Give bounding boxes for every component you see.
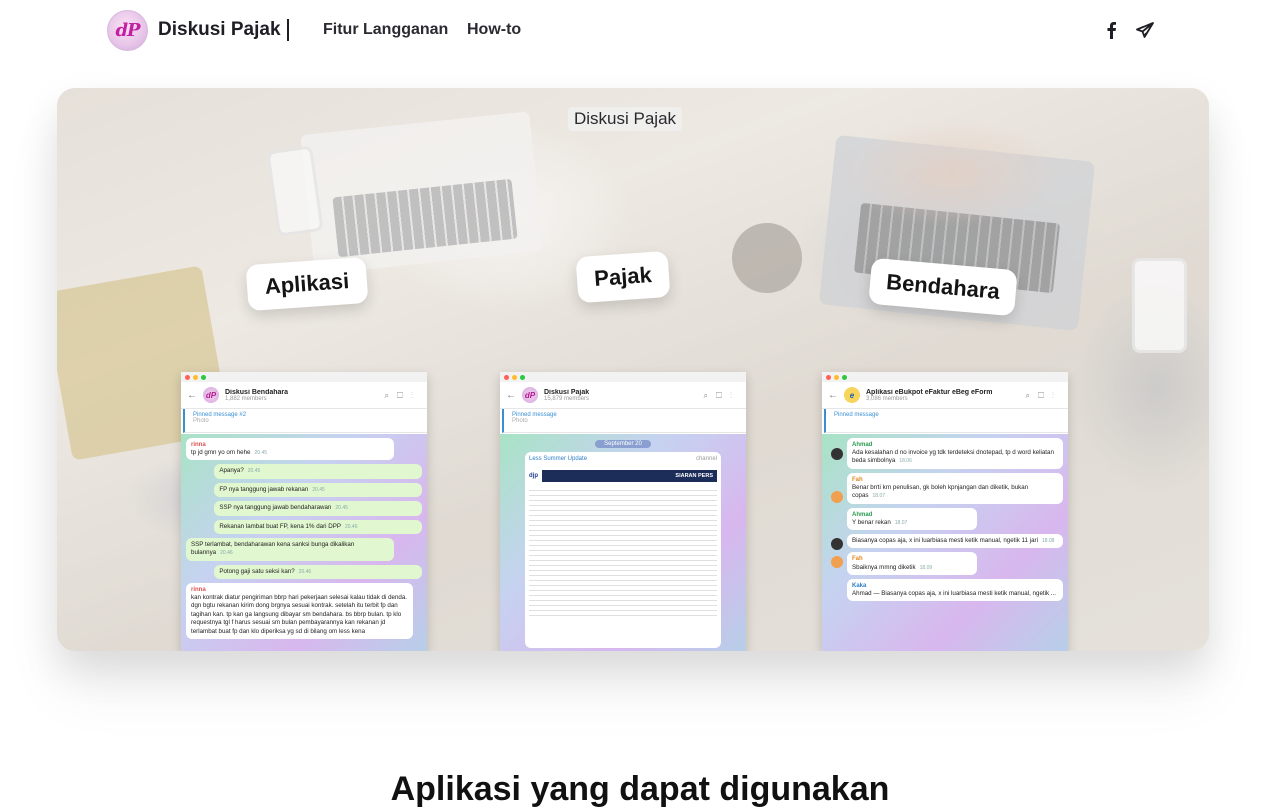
- message-bubble: Apanya? 20.45: [214, 464, 422, 479]
- chat-header: ← dP Diskusi Bendahara 1,882 members ⌕☐⋮: [181, 382, 427, 409]
- window-controls: [822, 372, 1068, 382]
- group-avatar: dP: [203, 387, 219, 403]
- chat-members: 1,882 members: [225, 395, 267, 402]
- message-bubble: rinna kan kontrak diatur pengiriman bbrp …: [186, 582, 413, 639]
- message-bubble: Ahmad Ada kesalahan d no invoice yg tdk t…: [847, 438, 1063, 469]
- pinned-subtitle: Photo: [512, 418, 528, 424]
- message-bubble: Fah Sbaiknya mmng diketik 18.09: [847, 552, 977, 575]
- chat-header-icons: ⌕☐⋮: [1025, 391, 1062, 400]
- document-title: SIARAN PERS: [542, 470, 717, 482]
- user-avatar: [831, 538, 843, 551]
- facebook-icon[interactable]: [1101, 20, 1121, 40]
- pinned-title: Pinned message: [834, 412, 879, 418]
- message-bubble: Fah Benar brrti krn penulisan, gk boleh k…: [847, 472, 1063, 504]
- chat-members: 15,879 members: [544, 395, 590, 402]
- chat-header-icons: ⌕☐⋮: [703, 391, 740, 400]
- window-controls: [181, 372, 427, 382]
- section-title: Aplikasi yang dapat digunakan: [390, 770, 890, 808]
- logo-mark: dP: [115, 20, 140, 41]
- group-avatar: e: [844, 387, 860, 403]
- chat-title: Diskusi Pajak: [544, 388, 590, 396]
- telegram-icon[interactable]: [1135, 20, 1155, 40]
- djp-logo: djp: [529, 473, 538, 479]
- group-avatar: dP: [522, 387, 538, 403]
- user-avatar: [831, 556, 843, 569]
- back-arrow-icon: ←: [187, 389, 197, 401]
- date-separator: September 20: [595, 440, 651, 448]
- window-controls: [500, 372, 746, 382]
- message-bubble: rinna tp jd gmn yo om hehe 20.45: [186, 438, 394, 461]
- brand-logo[interactable]: dP: [107, 10, 148, 51]
- pinned-message: Pinned message #2 Photo: [183, 409, 427, 433]
- chat-title: Diskusi Bendahara: [225, 388, 289, 396]
- nav-divider: [287, 19, 289, 41]
- back-arrow-icon: ←: [828, 389, 838, 401]
- chat-header: ← e Aplikasi eBukpot eFaktur eBeg eForm …: [822, 382, 1068, 409]
- chat-body: rinna tp jd gmn yo om hehe 20.45 Apanya? 20…: [181, 434, 427, 651]
- chat-screenshot-aplikasi: ← e Aplikasi eBukpot eFaktur eBeg eForm …: [822, 372, 1068, 651]
- pill-aplikasi: Aplikasi: [245, 256, 369, 312]
- message-bubble: Rekanan lambat buat FP, kena 1% dari DPP…: [214, 519, 422, 534]
- message-bubble: SSP nya tanggung jawab bendaharawan 20.45: [214, 501, 422, 516]
- hero-banner: Diskusi Pajak Aplikasi Pajak Bendahara ←…: [57, 88, 1209, 651]
- nav-link-fitur-langganan[interactable]: Fitur Langganan: [323, 21, 448, 39]
- user-avatar: [831, 490, 843, 503]
- document-banner: djp SIARAN PERS: [529, 470, 717, 482]
- message-bubble: Potong gaji satu seksi kan? 20.46: [214, 564, 422, 579]
- document-text-lines: [529, 490, 717, 620]
- chat-header-icons: ⌕☐⋮: [384, 391, 421, 400]
- message-bubble: Kaka Ahmad — Biasanya copas aja, x ini lu…: [847, 578, 1063, 602]
- brand-name[interactable]: Diskusi Pajak: [158, 19, 281, 41]
- chat-members: 3,086 members: [866, 395, 908, 402]
- nav-link-how-to[interactable]: How-to: [467, 21, 521, 39]
- message-bubble: FP nya tanggung jawab rekanan 20.45: [214, 482, 422, 498]
- message-bubble: SSP terlambat, bendaharawan kena sanksi …: [186, 537, 394, 561]
- forwarded-document: Less Summer Update channel djp SIARAN PER…: [525, 452, 721, 648]
- pinned-subtitle: Photo: [193, 418, 209, 424]
- chat-screenshot-pajak: ← dP Diskusi Pajak 15,879 members ⌕☐⋮ Pi…: [500, 372, 746, 651]
- chat-body: Ahmad Ada kesalahan d no invoice yg tdk t…: [822, 434, 1068, 651]
- message-bubble: Biasanya copas aja, x ini luarbiasa mest…: [847, 534, 1063, 549]
- top-navbar: dP Diskusi Pajak Fitur Langganan How-to: [0, 0, 1280, 62]
- pinned-message: Pinned message: [824, 409, 1068, 433]
- chat-header: ← dP Diskusi Pajak 15,879 members ⌕☐⋮: [500, 382, 746, 409]
- chat-screenshot-bendahara: ← dP Diskusi Bendahara 1,882 members ⌕☐⋮…: [181, 372, 427, 651]
- back-arrow-icon: ←: [506, 389, 516, 401]
- post-header: Less Summer Update channel: [529, 456, 717, 462]
- chat-body: September 20 Less Summer Update channel d…: [500, 434, 746, 651]
- pinned-message: Pinned message Photo: [502, 409, 746, 433]
- chat-title: Aplikasi eBukpot eFaktur eBeg eForm: [866, 388, 993, 396]
- user-avatar: [831, 448, 843, 460]
- message-bubble: Ahmad Y benar rekan 18.07: [847, 507, 977, 531]
- pill-pajak: Pajak: [575, 250, 671, 304]
- hero-title: Diskusi Pajak: [568, 107, 683, 131]
